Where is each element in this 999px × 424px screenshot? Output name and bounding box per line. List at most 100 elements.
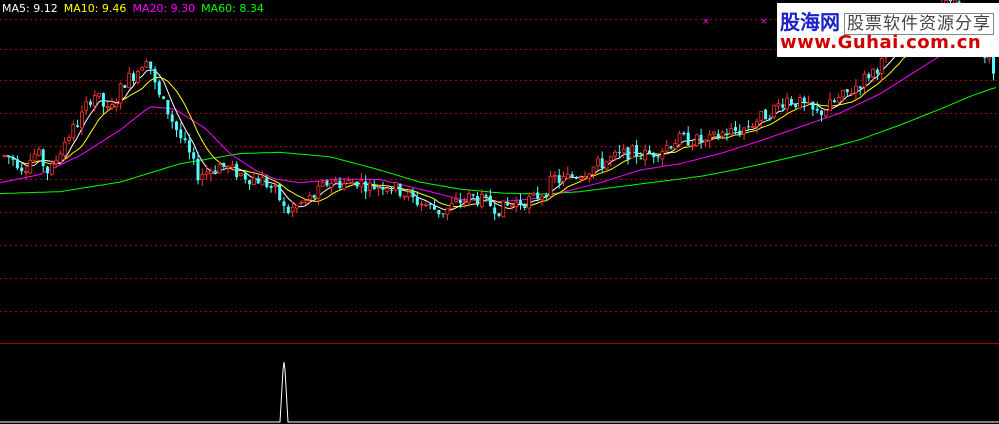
candle-body [243,173,247,180]
candle-body [20,167,24,172]
watermark: 股海网 股票软件资源分享 www.Guhai.com.cn [777,3,999,57]
candle-body [251,177,256,185]
candle-body [565,173,570,179]
candle-body [574,177,578,179]
candle-body [127,72,132,89]
candle-body [454,198,458,202]
candle-body [798,97,802,109]
candle-body [811,101,815,110]
candle-body [415,197,419,205]
candle-body [175,121,178,131]
candle-body [294,204,299,209]
candle-body [613,151,617,157]
candle-body [402,195,407,198]
candle-body [479,193,484,208]
candle-body [725,133,729,136]
candle-body [71,124,76,139]
candle-body [759,111,764,122]
candle-body [235,163,239,178]
candle-body [553,175,557,178]
candle-body [84,101,89,111]
candle-body [325,181,329,186]
candle-body [118,83,123,104]
candle-body [471,194,475,196]
candle-body [768,118,772,120]
candle-body [54,160,58,164]
candle-body [222,162,226,167]
candle-body [437,209,441,215]
candle-body [166,100,170,115]
legend-item-ma5: MA5: 9.12 [2,2,58,15]
candle-body [76,125,80,127]
candle-body [729,128,734,135]
candle-body [738,130,742,135]
candle-body [820,110,823,115]
candle-body [673,143,678,150]
candle-body [423,204,428,207]
candle-body [664,145,669,152]
cross-marker: × [760,17,768,27]
candle-body [750,126,755,128]
candle-body [101,93,105,107]
candle-body [570,174,574,178]
candle-body [200,173,205,181]
candle-body [828,99,832,111]
candle-body [135,70,140,83]
candle-body [208,170,213,175]
candle-body [58,153,63,163]
candle-body [458,199,462,204]
candle-body [806,102,811,104]
candle-body [144,61,149,68]
candle-body [523,204,527,209]
cross-marker: × [702,17,710,27]
candle-body [239,172,243,177]
candle-body [862,73,867,88]
candle-body [583,176,587,179]
candle-body [527,196,531,209]
candle-body [170,114,174,122]
candle-body [621,148,626,154]
candle-body [381,187,385,190]
candle-body [449,202,454,209]
candle-body [772,104,777,118]
candle-body [536,192,540,199]
candle-body [217,164,222,174]
candle-body [867,74,871,79]
candle-body [92,94,97,107]
candle-body [686,132,690,146]
candle-body [596,158,600,167]
candle-body [15,159,19,169]
candle-body [192,152,196,159]
candle-body [419,203,424,206]
candle-body [643,150,648,161]
candle-body [204,171,209,175]
candle-body [162,96,166,99]
candle-body [514,201,519,208]
candle-body [89,101,92,105]
candle-body [256,178,260,184]
candle-body [561,176,566,182]
candle-body [316,185,321,199]
candle-body [832,100,836,103]
candle-body [694,134,699,146]
candle-body [949,0,952,2]
candle-body [265,177,269,187]
candle-body [699,134,703,143]
candle-body [531,192,536,196]
candle-body [11,156,15,160]
candle-body [548,175,553,197]
candle-body [269,186,273,188]
candle-body [488,195,492,207]
candle-body [849,93,854,95]
candle-body [355,181,359,187]
candle-body [359,179,364,188]
candle-body [376,187,381,190]
candle-body [213,170,217,172]
candle-body [123,85,127,88]
candle-body [707,134,712,142]
candlestick-chart[interactable]: × × [0,0,999,424]
candle-body [626,147,630,160]
candle-body [157,81,161,95]
candle-body [587,173,592,179]
candle-body [652,152,656,158]
